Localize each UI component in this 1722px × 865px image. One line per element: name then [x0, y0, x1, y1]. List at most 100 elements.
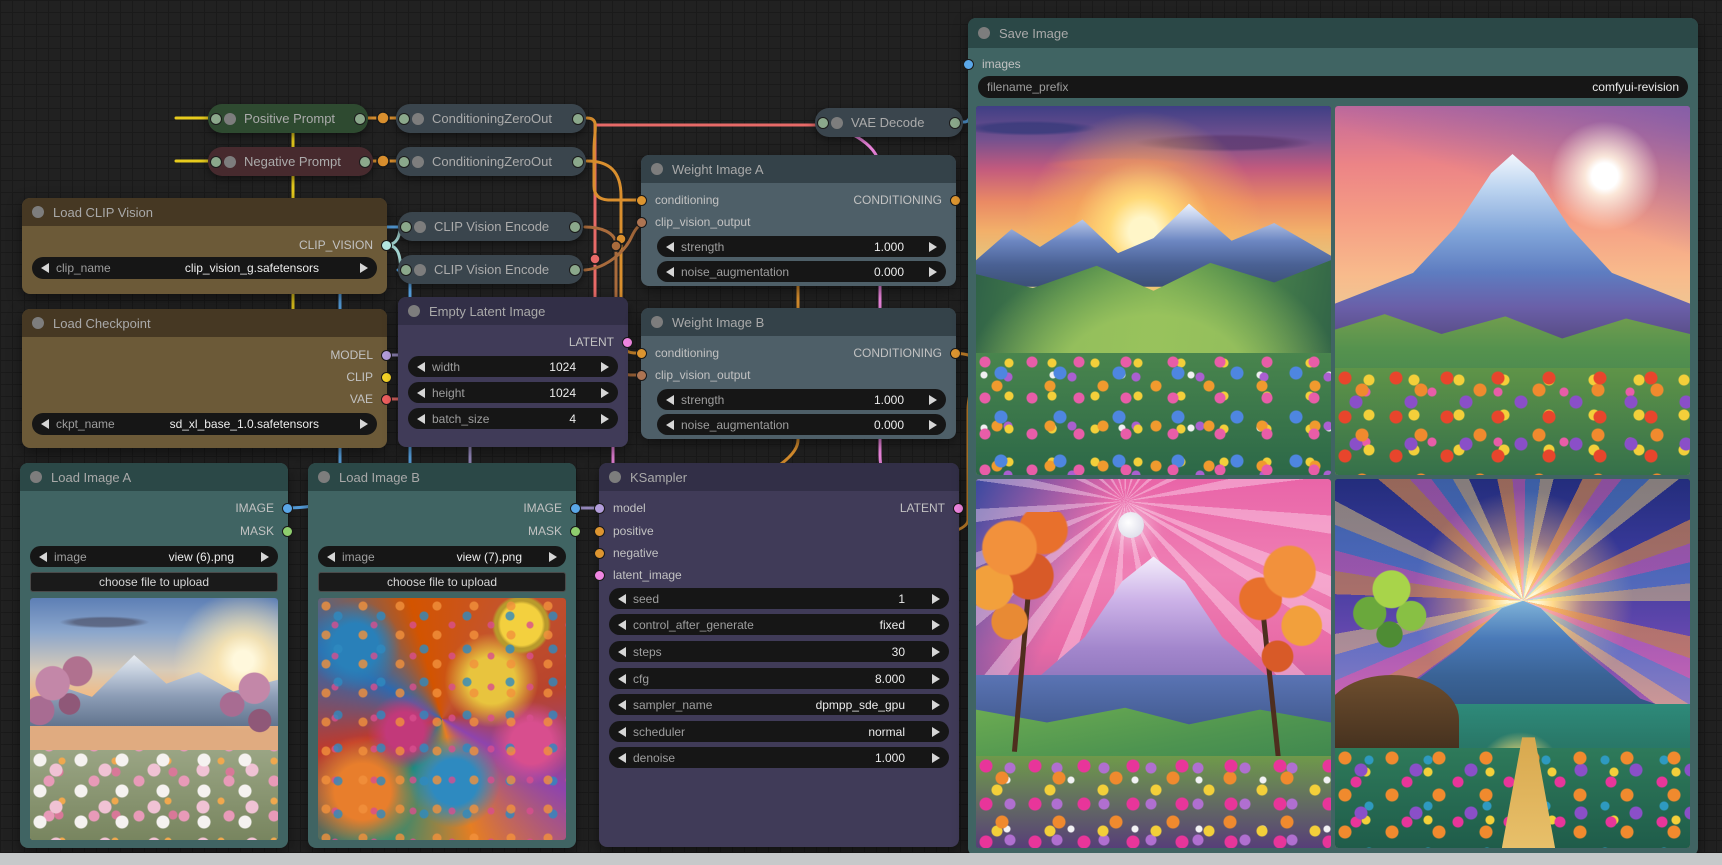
collapse-toggle-icon[interactable] — [414, 264, 426, 276]
node-weight-image-a[interactable]: Weight Image A conditioning CONDITIONING… — [641, 155, 956, 286]
collapse-toggle-icon[interactable] — [224, 113, 236, 125]
image-output-dot[interactable] — [570, 503, 581, 514]
output-slot-latent[interactable]: LATENT — [599, 499, 959, 517]
collapse-toggle-icon[interactable] — [408, 305, 420, 317]
collapse-toggle-icon[interactable] — [412, 113, 424, 125]
node-clip-vision-encode-1[interactable]: CLIP Vision Encode — [398, 212, 583, 241]
collapsed-input-dot[interactable] — [398, 156, 410, 168]
collapse-toggle-icon[interactable] — [318, 471, 330, 483]
reroute-dot[interactable] — [611, 241, 621, 251]
node-graph-canvas[interactable]: Positive Prompt Negative Prompt Conditio… — [0, 0, 1722, 865]
node-header[interactable]: Weight Image B — [641, 308, 956, 336]
latent-image-input-dot[interactable] — [594, 570, 605, 581]
collapsed-input-dot[interactable] — [210, 113, 222, 125]
output-slot-conditioning[interactable]: CONDITIONING — [641, 191, 956, 209]
collapse-toggle-icon[interactable] — [32, 206, 44, 218]
node-header[interactable]: Load Image B — [308, 463, 576, 491]
widget-left-arrow-icon[interactable] — [41, 419, 49, 429]
node-weight-image-b[interactable]: Weight Image B conditioning CONDITIONING… — [641, 308, 956, 439]
node-load-clip-vision[interactable]: Load CLIP Vision CLIP_VISION clip_name c… — [22, 198, 387, 294]
widget-left-arrow-icon[interactable] — [417, 362, 425, 372]
widget-strength[interactable]: strength 1.000 — [657, 389, 946, 410]
collapse-toggle-icon[interactable] — [412, 156, 424, 168]
widget-left-arrow-icon[interactable] — [666, 420, 674, 430]
node-negative-prompt[interactable]: Negative Prompt — [208, 147, 373, 176]
collapsed-output-dot[interactable] — [359, 156, 371, 168]
widget-left-arrow-icon[interactable] — [618, 594, 626, 604]
node-header[interactable]: Empty Latent Image — [398, 297, 628, 325]
widget-left-arrow-icon[interactable] — [618, 620, 626, 630]
collapsed-output-dot[interactable] — [569, 264, 581, 276]
widget-left-arrow-icon[interactable] — [618, 727, 626, 737]
widget-right-arrow-icon[interactable] — [929, 267, 937, 277]
clip-vision-output-input-dot[interactable] — [636, 370, 647, 381]
widget-left-arrow-icon[interactable] — [618, 700, 626, 710]
collapse-toggle-icon[interactable] — [651, 316, 663, 328]
collapse-toggle-icon[interactable] — [831, 117, 843, 129]
collapsed-output-dot[interactable] — [572, 113, 584, 125]
collapse-toggle-icon[interactable] — [414, 221, 426, 233]
clip-vision-output-input-dot[interactable] — [636, 217, 647, 228]
collapse-toggle-icon[interactable] — [651, 163, 663, 175]
widget-denoise[interactable]: denoise 1.000 — [609, 747, 949, 768]
widget-ckpt-name[interactable]: ckpt_name sd_xl_base_1.0.safetensors — [32, 413, 377, 435]
input-slot-latent-image[interactable]: latent_image — [599, 566, 959, 584]
node-header[interactable]: Load Checkpoint — [22, 309, 387, 337]
widget-right-arrow-icon[interactable] — [932, 594, 940, 604]
collapse-toggle-icon[interactable] — [978, 27, 990, 39]
widget-left-arrow-icon[interactable] — [417, 414, 425, 424]
node-empty-latent-image[interactable]: Empty Latent Image LATENT width 1024 hei… — [398, 297, 628, 447]
collapsed-output-dot[interactable] — [949, 117, 961, 129]
collapse-toggle-icon[interactable] — [32, 317, 44, 329]
widget-left-arrow-icon[interactable] — [666, 242, 674, 252]
collapsed-output-dot[interactable] — [572, 156, 584, 168]
input-slot-positive[interactable]: positive — [599, 522, 959, 540]
widget-right-arrow-icon[interactable] — [932, 753, 940, 763]
widget-right-arrow-icon[interactable] — [549, 552, 557, 562]
conditioning-output-dot[interactable] — [950, 195, 961, 206]
widget-right-arrow-icon[interactable] — [601, 362, 609, 372]
widget-right-arrow-icon[interactable] — [929, 420, 937, 430]
node-header[interactable]: Load Image A — [20, 463, 288, 491]
widget-strength[interactable]: strength 1.000 — [657, 236, 946, 257]
choose-file-button[interactable]: choose file to upload — [318, 572, 566, 592]
widget-right-arrow-icon[interactable] — [601, 388, 609, 398]
widget-right-arrow-icon[interactable] — [932, 647, 940, 657]
node-load-image-b[interactable]: Load Image B IMAGE MASK image view (7).p… — [308, 463, 576, 848]
widget-scheduler[interactable]: scheduler normal — [609, 721, 949, 742]
widget-control-after-generate[interactable]: control_after_generate fixed — [609, 614, 949, 635]
conditioning-output-dot[interactable] — [950, 348, 961, 359]
widget-steps[interactable]: steps 30 — [609, 641, 949, 662]
node-positive-prompt[interactable]: Positive Prompt — [208, 104, 368, 133]
widget-seed[interactable]: seed 1 — [609, 588, 949, 609]
input-slot-images[interactable]: images — [968, 55, 1698, 73]
widget-left-arrow-icon[interactable] — [327, 552, 335, 562]
collapsed-input-dot[interactable] — [400, 221, 412, 233]
widget-filename-prefix[interactable]: filename_prefix comfyui-revision — [978, 76, 1688, 98]
widget-left-arrow-icon[interactable] — [618, 753, 626, 763]
widget-left-arrow-icon[interactable] — [39, 552, 47, 562]
collapsed-input-dot[interactable] — [400, 264, 412, 276]
node-conditioning-zero-out-2[interactable]: ConditioningZeroOut — [396, 147, 586, 176]
widget-left-arrow-icon[interactable] — [41, 263, 49, 273]
widget-right-arrow-icon[interactable] — [929, 242, 937, 252]
output-slot-vae[interactable]: VAE — [22, 390, 387, 408]
node-header[interactable]: KSampler — [599, 463, 959, 491]
negative-input-dot[interactable] — [594, 548, 605, 559]
output-slot-mask[interactable]: MASK — [20, 522, 288, 540]
widget-sampler-name[interactable]: sampler_name dpmpp_sde_gpu — [609, 694, 949, 715]
node-load-checkpoint[interactable]: Load Checkpoint MODEL CLIP VAE ckpt_name… — [22, 309, 387, 448]
collapsed-input-dot[interactable] — [398, 113, 410, 125]
widget-right-arrow-icon[interactable] — [929, 395, 937, 405]
reroute-dot[interactable] — [377, 155, 389, 167]
widget-right-arrow-icon[interactable] — [261, 552, 269, 562]
widget-right-arrow-icon[interactable] — [360, 263, 368, 273]
image-output-dot[interactable] — [282, 503, 293, 514]
node-save-image[interactable]: Save Image images filename_prefix comfyu… — [968, 18, 1698, 856]
widget-noise-augmentation[interactable]: noise_augmentation 0.000 — [657, 414, 946, 435]
choose-file-button[interactable]: choose file to upload — [30, 572, 278, 592]
collapsed-output-dot[interactable] — [569, 221, 581, 233]
clip-output-dot[interactable] — [381, 372, 392, 383]
node-conditioning-zero-out-1[interactable]: ConditioningZeroOut — [396, 104, 586, 133]
widget-left-arrow-icon[interactable] — [618, 674, 626, 684]
